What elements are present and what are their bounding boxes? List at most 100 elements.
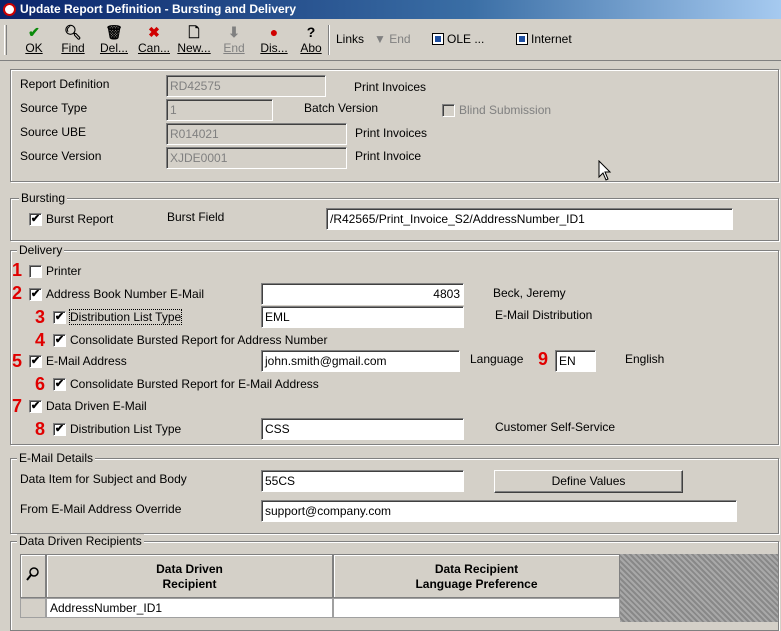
batch-version-label: Batch Version — [304, 101, 379, 115]
marker-4: 4 — [35, 330, 46, 350]
email-address-field[interactable]: john.smith@gmail.com — [261, 350, 460, 372]
blind-submission-label: Blind Submission — [459, 103, 552, 117]
internet-link[interactable]: Internet — [516, 32, 572, 46]
blind-submission-checkbox[interactable] — [442, 104, 455, 117]
source-ube-desc: Print Invoices — [355, 126, 428, 140]
new-button[interactable]: 🗋︎ New... — [176, 23, 212, 59]
ole-icon — [432, 33, 444, 45]
col-header-language[interactable]: Data Recipient Language Preference — [333, 554, 620, 598]
find-button[interactable]: 🔍︎ Find — [55, 23, 91, 59]
marker-7: 7 — [12, 396, 23, 416]
magnifier-icon: 🔍︎ — [64, 24, 82, 40]
internet-icon — [516, 33, 528, 45]
display-icon: ● — [269, 24, 279, 40]
app-icon — [3, 3, 16, 16]
ab-email-label: Address Book Number E-Mail — [46, 287, 205, 301]
marker-1: 1 — [12, 260, 23, 280]
dd-dist-list-label: Distribution List Type — [70, 422, 182, 436]
delivery-group: Delivery — [10, 243, 779, 445]
consolidate-email-checkbox[interactable]: ✔ — [53, 378, 66, 391]
dd-dist-list-checkbox[interactable]: ✔ — [53, 423, 66, 436]
ok-button[interactable]: ✔ OK — [16, 23, 52, 59]
row-selector[interactable] — [20, 598, 46, 618]
dist-list-field[interactable]: EML — [261, 306, 464, 328]
chevron-down-icon: ▼ — [374, 32, 386, 46]
ole-link[interactable]: OLE ... — [432, 32, 484, 46]
from-override-label: From E-Mail Address Override — [20, 502, 182, 516]
table-row-recipient-cell[interactable]: AddressNumber_ID1 — [46, 598, 333, 618]
marker-2: 2 — [12, 283, 23, 303]
grid-empty-area — [620, 554, 778, 622]
language-desc: English — [625, 352, 665, 366]
email-address-label: E-Mail Address — [46, 354, 127, 368]
new-document-icon: 🗋︎ — [188, 24, 200, 40]
marker-6: 6 — [35, 374, 46, 394]
report-definition-label: Report Definition — [20, 77, 110, 91]
burst-report-label: Burst Report — [46, 212, 114, 226]
source-type-label: Source Type — [20, 101, 88, 115]
marker-9: 9 — [538, 349, 549, 369]
col-header-recipient[interactable]: Data Driven Recipient — [46, 554, 333, 598]
source-version-field: XJDE0001 — [166, 147, 347, 169]
email-address-checkbox[interactable]: ✔ — [29, 355, 42, 368]
toolbar-separator — [328, 25, 330, 55]
data-item-field[interactable]: 55CS — [261, 470, 464, 492]
source-type-field: 1 — [166, 99, 273, 121]
dist-list-label: Distribution List Type — [68, 309, 183, 325]
trash-icon: 🗑︎ — [105, 24, 123, 40]
bursting-title: Bursting — [19, 191, 68, 205]
display-button[interactable]: ● Dis... — [256, 23, 292, 59]
toolbar: ✔ OK 🔍︎ Find 🗑︎ Del... ✖ Can... 🗋︎ New..… — [0, 19, 781, 61]
data-item-label: Data Item for Subject and Body — [20, 472, 187, 486]
dist-list-checkbox[interactable]: ✔ — [53, 311, 66, 324]
language-field[interactable]: EN — [555, 350, 596, 372]
window-title: Update Report Definition - Bursting and … — [20, 2, 297, 16]
end-icon: ⬇ — [228, 24, 240, 40]
close-icon: ✖ — [148, 24, 160, 40]
source-version-desc: Print Invoice — [355, 149, 422, 163]
toolbar-grip — [4, 25, 7, 55]
table-row-language-cell[interactable] — [333, 598, 620, 618]
report-definition-desc: Print Invoices — [354, 80, 427, 94]
help-icon: ? — [306, 24, 316, 40]
dist-list-desc: E-Mail Distribution — [495, 308, 593, 322]
source-ube-label: Source UBE — [20, 125, 87, 139]
about-button[interactable]: ? Abo — [293, 23, 329, 59]
report-definition-field: RD42575 — [166, 75, 326, 97]
language-label: Language — [470, 352, 524, 366]
end-button[interactable]: ⬇ End — [216, 23, 252, 59]
mouse-cursor-icon — [598, 160, 612, 181]
marker-8: 8 — [35, 419, 46, 439]
data-driven-label: Data Driven E-Mail — [46, 399, 147, 413]
recipients-title: Data Driven Recipients — [17, 534, 144, 548]
ab-email-field[interactable]: 4803 — [261, 283, 464, 305]
marker-3: 3 — [35, 307, 46, 327]
ab-email-name: Beck, Jeremy — [493, 286, 566, 300]
links-end-item[interactable]: ▼ End — [374, 32, 411, 46]
source-version-label: Source Version — [20, 149, 102, 163]
from-override-field[interactable]: support@company.com — [261, 500, 737, 522]
grid-find-icon[interactable] — [20, 554, 46, 598]
printer-checkbox[interactable] — [29, 265, 42, 278]
delete-button[interactable]: 🗑︎ Del... — [96, 23, 132, 59]
delivery-title: Delivery — [17, 243, 65, 257]
marker-5: 5 — [12, 351, 23, 371]
consolidate-ab-checkbox[interactable]: ✔ — [53, 334, 66, 347]
dd-dist-list-field[interactable]: CSS — [261, 418, 464, 440]
ab-email-checkbox[interactable]: ✔ — [29, 288, 42, 301]
dd-dist-list-desc: Customer Self-Service — [495, 420, 616, 434]
window-title-bar: Update Report Definition - Bursting and … — [0, 0, 781, 19]
checkmark-icon: ✔ — [28, 24, 40, 40]
consolidate-email-label: Consolidate Bursted Report for E-Mail Ad… — [70, 377, 319, 391]
email-details-title: E-Mail Details — [17, 451, 96, 465]
cancel-button[interactable]: ✖ Can... — [136, 23, 172, 59]
burst-report-checkbox[interactable]: ✔ — [29, 213, 42, 226]
data-driven-checkbox[interactable]: ✔ — [29, 400, 42, 413]
consolidate-ab-label: Consolidate Bursted Report for Address N… — [70, 333, 328, 347]
source-ube-field: R014021 — [166, 123, 347, 145]
links-menu[interactable]: Links — [336, 32, 364, 46]
printer-label: Printer — [46, 264, 82, 278]
define-values-button[interactable]: Define Values — [494, 470, 683, 493]
burst-field-label: Burst Field — [167, 210, 225, 224]
burst-field-input[interactable]: /R42565/Print_Invoice_S2/AddressNumber_I… — [326, 208, 733, 230]
